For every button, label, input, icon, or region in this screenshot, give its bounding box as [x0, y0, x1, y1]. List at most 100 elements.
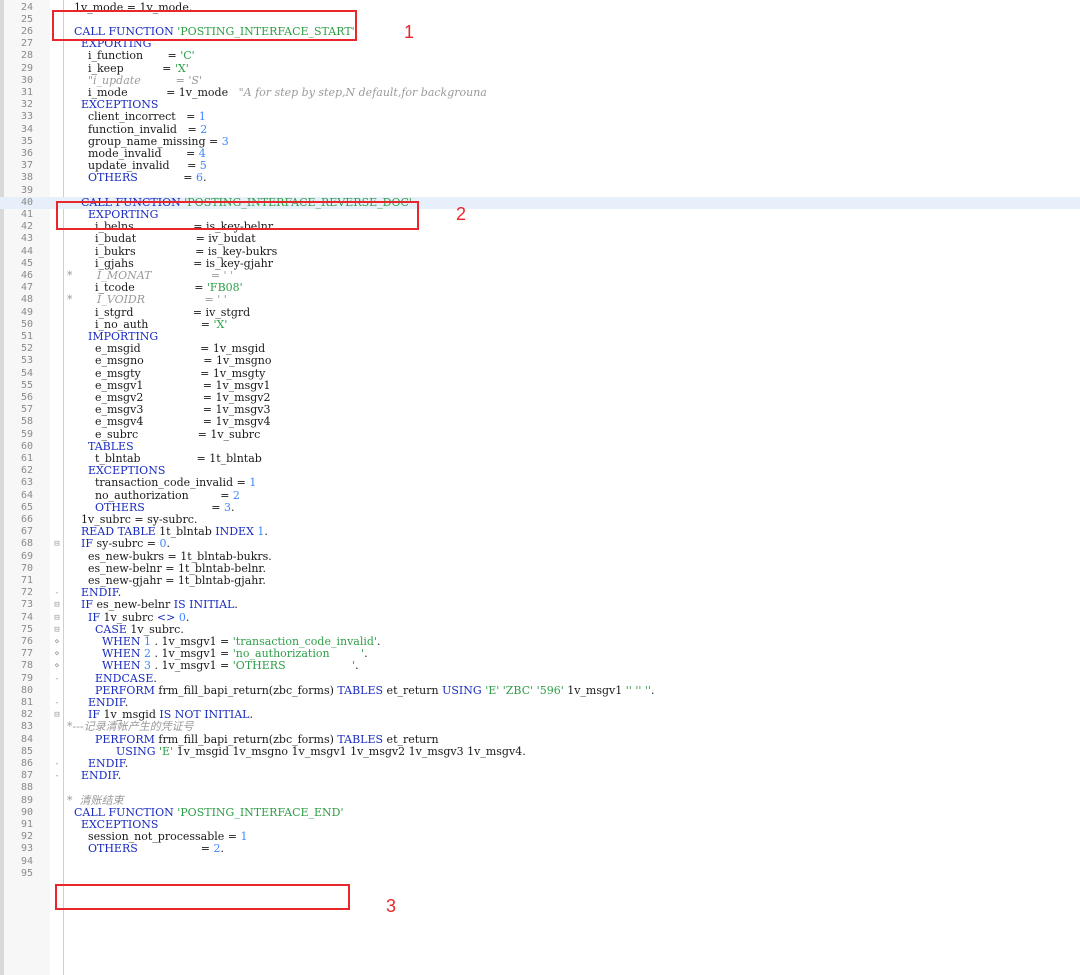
line-number: 61: [20, 452, 34, 464]
line-number: 31: [20, 86, 34, 98]
code-token: EXCEPTIONS: [87, 464, 166, 478]
code-token: transaction_code_invalid =: [67, 476, 250, 490]
code-token: 'POSTING_INTERFACE_END': [177, 805, 344, 819]
annotation-label-3: 3: [386, 896, 397, 916]
line-number: 81: [20, 696, 34, 708]
line-number: 88: [20, 782, 34, 794]
code-line[interactable]: 71 es_new-gjahr = 1t_blntab-gjahr.: [0, 574, 1080, 587]
code-token: 6: [195, 171, 203, 185]
line-number: 34: [20, 123, 34, 135]
fold-toggle-icon[interactable]: ⊟: [52, 599, 62, 611]
code-line[interactable]: 95: [0, 868, 1080, 880]
code-line[interactable]: 88: [0, 782, 1080, 794]
fold-toggle-icon[interactable]: ⊟: [52, 612, 62, 624]
line-number: 66: [20, 513, 34, 525]
code-token: OTHERS: [87, 842, 138, 856]
line-number: 37: [20, 160, 34, 172]
code-token: 1v_msgid: [99, 708, 160, 722]
code-token: e_msgv4 = 1v_msgv4: [67, 415, 271, 429]
line-number: 64: [20, 489, 34, 501]
code-editor[interactable]: 24 1v_mode = 1v_mode. 25 26 CALL FUNCTION …: [0, 0, 1080, 975]
fold-marker-icon: ⋄: [54, 661, 60, 672]
code-token: frm_fill_bapi_return(zbc_forms): [154, 683, 338, 697]
line-number: 27: [20, 38, 34, 50]
line-number: 50: [20, 318, 34, 330]
fold-toggle-icon[interactable]: ⊟: [52, 624, 62, 636]
code-token: .: [376, 634, 381, 648]
line-number: 46: [20, 269, 34, 281]
code-token: e_msgv2 = 1v_msgv2: [67, 390, 271, 404]
fold-toggle-icon[interactable]: ⊟: [52, 538, 62, 550]
code-token: TABLES: [87, 439, 134, 453]
code-line[interactable]: 90 CALL FUNCTION 'POSTING_INTERFACE_END': [0, 805, 1080, 819]
code-token: "A for step by step,N default,for backgr…: [238, 85, 487, 99]
line-number: 83: [20, 721, 34, 733]
line-number: 84: [20, 733, 34, 745]
line-number: 52: [20, 343, 34, 355]
code-line[interactable]: 31 i_mode = 1v_mode "A for step by step,…: [0, 85, 1080, 99]
code-token: * I_MONAT = ' ': [67, 268, 234, 282]
code-token: 'C': [180, 49, 195, 63]
code-token: USING: [115, 744, 156, 758]
line-number: 39: [20, 184, 34, 196]
code-token: 1v_subrc: [99, 610, 157, 624]
code-line[interactable]: 50 i_no_auth = 'X': [0, 318, 1080, 331]
code-line[interactable]: 85 USING 'E' 1v_msgid 1v_msgno 1v_msgv1 …: [0, 744, 1080, 758]
line-number: 75: [20, 623, 34, 635]
code-line[interactable]: 94: [0, 856, 1080, 868]
fold-marker-icon: -: [54, 588, 60, 599]
code-line[interactable]: 78 ⋄ WHEN 3 . 1v_msgv1 = 'OTHERS '.: [0, 660, 1080, 672]
code-token: .: [355, 659, 359, 673]
fold-toggle-icon[interactable]: ⊟: [52, 709, 62, 721]
code-line[interactable]: 59 e_subrc = 1v_subrc: [0, 428, 1080, 441]
fold-marker-icon: -: [54, 771, 60, 782]
code-token: 'E': [159, 744, 174, 758]
code-token: 1t_blntab: [155, 525, 216, 539]
line-number: 60: [20, 440, 34, 452]
code-text: USING 'E' 1v_msgid 1v_msgno 1v_msgv1 1v_…: [67, 744, 526, 758]
fold-marker-icon: -: [54, 758, 60, 769]
code-line[interactable]: 80 PERFORM frm_fill_bapi_return(zbc_form…: [0, 683, 1080, 697]
line-number: 26: [20, 25, 34, 37]
code-token: es_new-bukrs = 1t_blntab-bukrs.: [67, 549, 272, 563]
code-line[interactable]: 93 OTHERS = 2.: [0, 843, 1080, 855]
line-number: 35: [20, 135, 34, 147]
code-token: e_msgv1 = 1v_msgv1: [67, 378, 271, 392]
code-token: IMPORTING: [87, 329, 159, 343]
code-token: session_not_processable =: [67, 830, 241, 844]
code-line[interactable]: 86 - ENDIF.: [0, 757, 1080, 770]
annotation-label-1: 1: [404, 22, 415, 42]
line-number: 86: [20, 757, 34, 769]
code-line[interactable]: 87 - ENDIF.: [0, 769, 1080, 782]
code-token: 'E': [485, 683, 500, 697]
code-token: et_return: [383, 683, 443, 697]
code-token: WHEN: [101, 634, 141, 648]
code-line[interactable]: 38 OTHERS = 6.: [0, 172, 1080, 184]
code-token: .: [117, 586, 122, 600]
code-token: =: [137, 842, 214, 856]
line-number: 41: [20, 208, 34, 220]
line-number: 82: [20, 709, 34, 721]
code-token: 1v_subrc = sy-subrc.: [67, 512, 198, 526]
code-token: 2: [144, 647, 152, 661]
code-text: ENDIF.: [67, 769, 121, 782]
code-token: .: [220, 842, 224, 856]
code-token: i_function =: [67, 49, 181, 63]
code-token: IS NOT INITIAL: [159, 708, 250, 722]
code-token: et_return: [383, 732, 439, 746]
line-number: 78: [20, 660, 34, 672]
code-token: PERFORM: [94, 732, 155, 746]
line-number: 69: [20, 550, 34, 562]
line-number: 70: [20, 562, 34, 574]
